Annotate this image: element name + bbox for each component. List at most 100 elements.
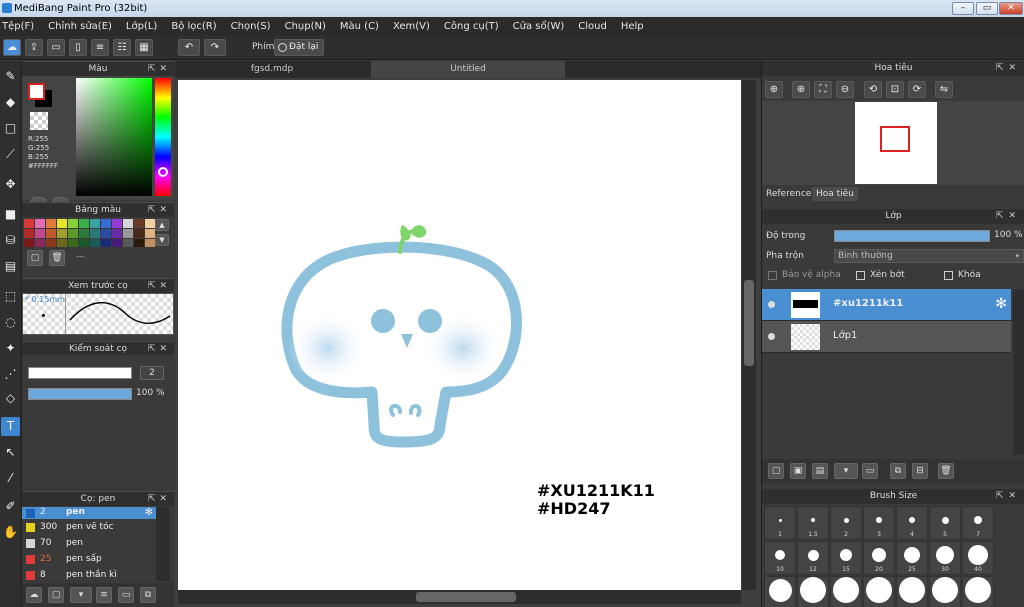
redo-icon[interactable]: ↷ [204,39,226,56]
tab-fgsd[interactable]: fgsd.mdp [175,61,369,78]
flip-icon[interactable]: ⇋ [935,81,953,98]
add-brush-icon[interactable]: ▾ [70,587,92,603]
brush-size-option[interactable]: 2 [830,506,862,540]
select-rect-tool-icon[interactable]: ⬚ [1,287,20,306]
minimize-button[interactable]: – [952,2,974,15]
brush-opacity-slider[interactable] [28,388,132,400]
palette-swatch[interactable] [57,219,67,228]
clipping-checkbox[interactable] [856,271,865,280]
palette-swatch[interactable] [35,229,45,238]
menu-file[interactable]: Tệp(F) [0,21,41,32]
palette-swatch[interactable] [112,229,122,238]
layer-folder-icon[interactable]: ▭ [862,463,878,479]
hue-slider[interactable] [155,78,171,196]
brush-size-option[interactable]: 5 [929,506,961,540]
visibility-icon[interactable] [768,301,775,308]
palette-swatch[interactable] [123,229,133,238]
brush-size-option[interactable]: 7 [962,506,994,540]
add-layer-menu-icon[interactable]: ▾ [834,463,858,479]
palette-swatch[interactable] [101,219,111,228]
menu-layer[interactable]: Lớp(L) [119,21,164,32]
menu-cloud[interactable]: Cloud [571,21,614,32]
tab-untitled[interactable]: Untitled [371,61,565,78]
brush-size-option[interactable] [896,576,928,607]
line-tool-icon[interactable]: ⟋ [1,145,20,164]
brush-item[interactable]: 70 pen [22,535,156,551]
hand-tool-icon[interactable]: ✋ [1,523,20,542]
brush-size-option[interactable] [929,576,961,607]
lasso-tool-icon[interactable]: ◌ [1,313,20,332]
brush-size-value[interactable]: 2 [140,366,164,380]
new-1bit-layer-icon[interactable]: ▤ [812,463,828,479]
close-button[interactable]: ✕ [999,2,1023,15]
merge-layer-icon[interactable]: ⊟ [912,463,928,479]
canvas-vertical-scrollbar[interactable] [742,80,756,590]
tablet-icon[interactable]: ▯ [69,39,87,56]
grid-icon[interactable]: ▦ [135,39,153,56]
brush-size-option[interactable]: 20 [863,541,895,575]
move-tool-icon[interactable]: ✥ [1,175,20,194]
duplicate-brush-icon[interactable]: ⧉ [140,587,156,603]
delete-layer-icon[interactable]: 🗑 [938,463,954,479]
panel-controls-icon[interactable]: ⇱✕ [996,61,1021,76]
menu-window[interactable]: Cửa sổ(W) [506,21,572,32]
duplicate-layer-icon[interactable]: ⧉ [890,463,906,479]
brush-size-option[interactable] [962,576,994,607]
maximize-button[interactable]: ▭ [976,2,998,15]
palette-swatch[interactable] [134,219,144,228]
brush-size-slider[interactable] [28,367,132,379]
transparent-color-swatch[interactable] [30,112,48,130]
brush-folder-icon[interactable]: ▭ [118,587,134,603]
menu-tools[interactable]: Công cụ(T) [437,21,506,32]
menu-help[interactable]: Help [614,21,651,32]
palette-swatch[interactable] [79,219,89,228]
cloud-brush-icon[interactable]: ☁ [26,587,42,603]
comment-icon[interactable]: ▭ [47,39,65,56]
zoom-icon[interactable]: ⊕ [765,81,783,98]
text-tool-icon[interactable]: T [1,417,20,436]
palette-swatch[interactable] [24,219,34,228]
tab-reference[interactable]: Reference [762,187,815,201]
brush-size-option[interactable]: 15 [830,541,862,575]
lock-checkbox[interactable] [944,271,953,280]
palette-scroll-up-icon[interactable]: ▲ [155,219,169,231]
palette-swatch[interactable] [79,229,89,238]
shape-tool-icon[interactable]: □ [1,119,20,138]
eraser-tool-icon[interactable]: ◆ [1,93,20,112]
palette-swatch[interactable] [46,219,56,228]
palette-scroll-down-icon[interactable]: ▼ [155,234,169,246]
palette-swatch[interactable] [145,219,155,228]
brush-size-option[interactable]: 12 [797,541,829,575]
operation-tool-icon[interactable]: ↖ [1,443,20,462]
vertical-scroll-thumb[interactable] [744,280,754,366]
document-icon[interactable]: ≡ [91,39,109,56]
eyedropper-tool-icon[interactable]: ⁄ [1,469,20,488]
rotate-left-icon[interactable]: ⟲ [864,81,882,98]
layer-item[interactable]: #xu1211k11 ✻ [762,289,1011,321]
visibility-icon[interactable] [768,333,775,340]
brush-list-scrollbar[interactable] [156,507,170,581]
brush-size-option[interactable] [797,576,829,607]
brush-item[interactable]: 25 pen sấp [22,551,156,567]
palette-swatch[interactable] [46,229,56,238]
palette-swatch[interactable] [101,229,111,238]
drawing-canvas[interactable]: #XU1211K11 #HD247 [178,80,741,590]
new-layer-icon[interactable]: ▢ [768,463,784,479]
pen-tool-icon[interactable]: ✐ [1,497,20,516]
brush-size-option[interactable]: 10 [764,541,796,575]
menu-view[interactable]: Xem(V) [386,21,437,32]
palette-swatch[interactable] [90,229,100,238]
layer-opacity-slider[interactable] [834,230,990,242]
gear-icon[interactable]: ✻ [995,296,1007,312]
share-icon[interactable]: ⇪ [25,39,43,56]
bucket-tool-icon[interactable]: ⛁ [1,231,20,250]
protect-alpha-checkbox[interactable] [768,271,777,280]
actual-size-icon[interactable]: ⊡ [886,81,904,98]
palette-swatch[interactable] [68,229,78,238]
brush-size-option[interactable] [764,576,796,607]
palette-swatch[interactable] [24,229,34,238]
magic-wand-tool-icon[interactable]: ✦ [1,339,20,358]
layer-list-scrollbar[interactable] [1013,289,1024,455]
palette-swatch[interactable] [145,229,155,238]
panel-controls-icon[interactable]: ⇱✕ [148,279,171,294]
